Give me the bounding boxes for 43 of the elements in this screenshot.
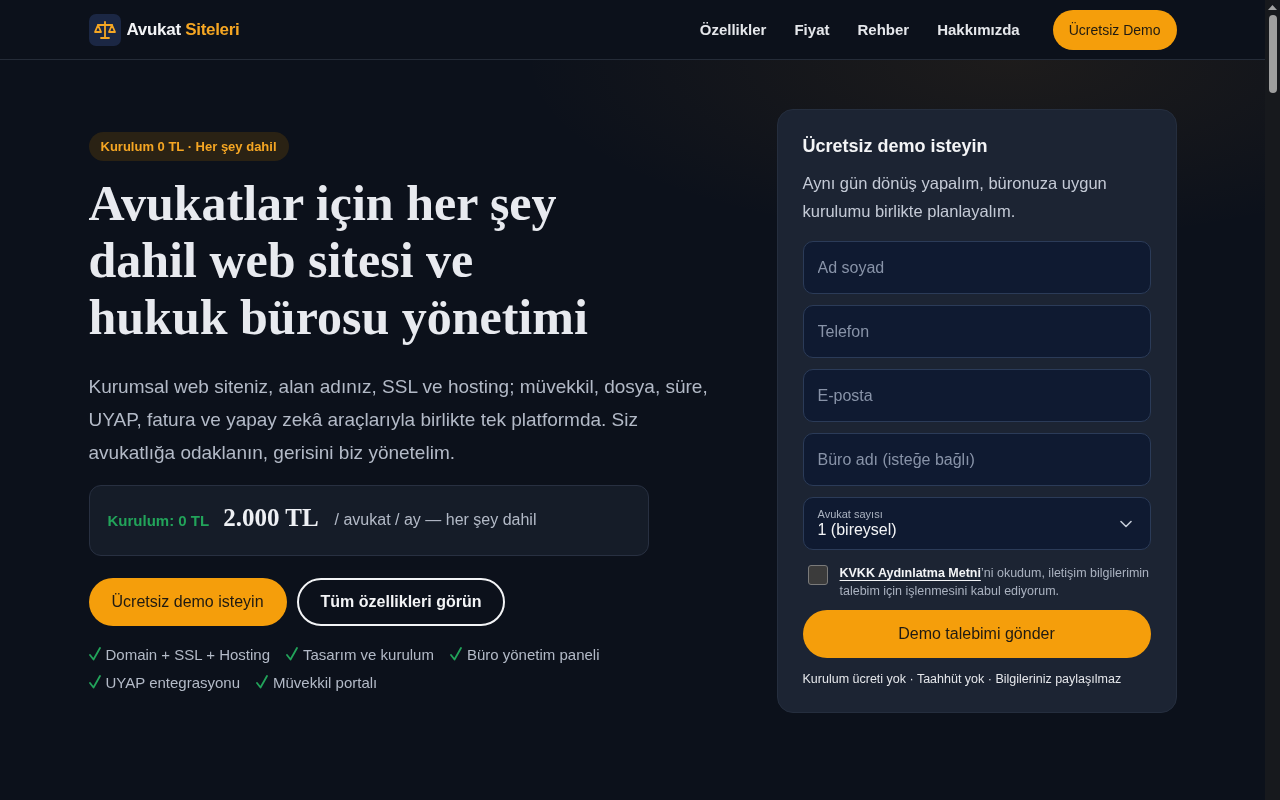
input-field[interactable]: Ad soyad [802, 241, 1151, 294]
feature-text: Büro yönetim paneli [466, 645, 600, 663]
select-value: 1 (bireysel) [817, 521, 897, 539]
feature-text: Tasarım ve kurulum [303, 645, 434, 663]
scrollbar-thumb[interactable] [1268, 15, 1277, 93]
hero-heading: Avukatlar için her şey dahil web sitesi ve hukuk bürosu yönetimi [88, 174, 589, 346]
input-field[interactable]: E-posta [802, 369, 1151, 422]
nav-link[interactable]: Rehber [857, 21, 910, 38]
logo-text[interactable]: Avukat Siteleri [126, 19, 240, 40]
check-icon [88, 647, 101, 661]
monthly-price: 2.000 TL [223, 504, 319, 532]
scrollbar[interactable] [1265, 0, 1280, 800]
consent-checkbox[interactable] [807, 565, 828, 585]
nav-link[interactable]: Hakkımızda [937, 21, 1020, 38]
nav-link[interactable]: Özellikler [699, 21, 767, 38]
select-label: Avukat sayısı [817, 508, 884, 520]
check-icon [286, 647, 299, 661]
submit-demo-button[interactable]: Demo talebimi gönder [802, 610, 1151, 658]
request-demo-button[interactable]: Ücretsiz demo isteyin [88, 577, 287, 626]
nav-link[interactable]: Fiyat [794, 21, 830, 38]
lawyer-count-select[interactable]: Avukat sayısı 1 (bireysel) [802, 497, 1151, 550]
setup-badge: Kurulum 0 TL · Her şey dahil [88, 131, 289, 161]
feature-text: Domain + SSL + Hosting [105, 645, 271, 663]
hero-description: Kurumsal web siteniz, alan adınız, SSL ve hosting; müvekkil, dosya, süre, UYAP, fatura ve yapay zekâ araçlarıyla birlikte tek platformda. Siz avukatlığa odaklanın, gerisini biz yönetelim. [88, 374, 709, 465]
input-field[interactable]: Telefon [802, 305, 1151, 358]
feature-text: UYAP entegrasyonu [105, 673, 241, 691]
form-title: Ücretsiz demo isteyin [802, 136, 989, 157]
scales-icon[interactable] [88, 13, 121, 46]
kvkk-link[interactable]: KVKK Aydınlatma Metni [839, 566, 981, 580]
consent-text: KVKK Aydınlatma Metni’ni okudum, iletişim bilgilerimin talebim için işlenmesini kabul ediyorum. [839, 565, 1151, 600]
scroll-up-arrow-icon[interactable] [1268, 5, 1277, 10]
price-period-text: / avukat / ay — her şey dahil [334, 511, 537, 529]
view-features-button[interactable]: Tüm özellikleri görün [296, 577, 506, 626]
check-icon [449, 647, 462, 661]
check-icon [88, 675, 101, 689]
form-note: Kurulum ücreti yok · Taahhüt yok · Bilgileriniz paylaşılmaz [802, 672, 1123, 686]
check-icon [256, 675, 269, 689]
setup-fee-text: Kurulum: 0 TL [107, 511, 210, 529]
form-subtitle: Aynı gün dönüş yapalım, büronuza uygun kurulumu birlikte planlayalım. [802, 173, 1108, 222]
chevron-down-icon [1119, 519, 1132, 528]
feature-text: Müvekkil portalı [273, 673, 378, 691]
input-field[interactable]: Büro adı (isteğe bağlı) [802, 433, 1151, 486]
free-demo-button[interactable]: Ücretsiz Demo [1052, 9, 1177, 50]
